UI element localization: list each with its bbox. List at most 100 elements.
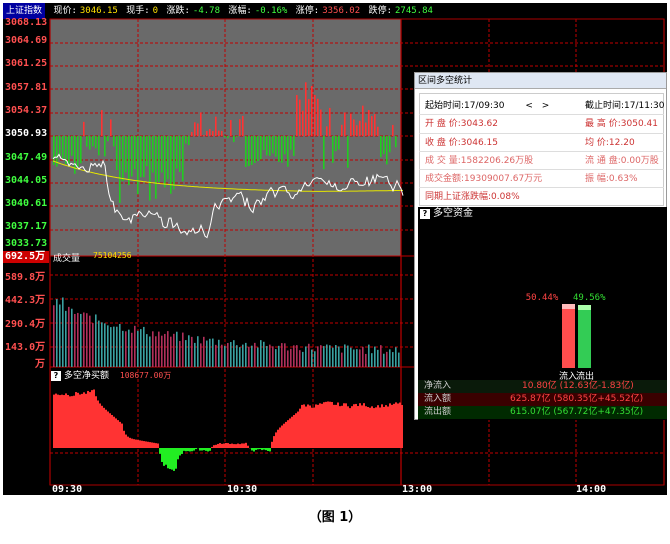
net-flow-bar <box>145 441 147 448</box>
net-flow-bar <box>289 418 291 448</box>
volume-bar <box>362 346 364 367</box>
price-bar <box>302 110 304 136</box>
net-flow-bar <box>295 413 297 448</box>
net-flow-bar <box>351 406 353 448</box>
outflow-amount-label: 流出额 <box>424 407 452 417</box>
net-flow-bar <box>215 444 217 448</box>
float-value: 0.00万股 <box>620 156 659 166</box>
volume-bar <box>80 313 82 367</box>
net-flow-bar <box>225 443 227 448</box>
volume-bar <box>293 345 295 367</box>
net-flow-bar <box>387 406 389 448</box>
close-label: 收 盘 价: <box>425 138 461 148</box>
price-bar <box>80 136 82 164</box>
price-bar <box>308 99 310 136</box>
amount-value: 19309007.67万元 <box>464 174 543 184</box>
net-flow-bar <box>89 392 91 448</box>
net-flow-bar <box>269 448 271 452</box>
net-flow-bar <box>345 403 347 448</box>
net-flow-bar <box>301 404 303 448</box>
net-flow-bar <box>209 448 211 451</box>
volume-row: 成 交 量:1582206.26万股 <box>425 154 533 168</box>
volume-axis-label: 290.4万 <box>5 319 46 330</box>
net-flow-bar <box>235 444 237 448</box>
lot-label: 现手: <box>126 6 150 16</box>
time-label: 09:30 <box>52 484 83 495</box>
price-bar <box>179 136 181 173</box>
open-row: 开 盘 价:3043.62 <box>425 117 498 131</box>
volume-bar <box>134 325 136 367</box>
volume-bar <box>245 342 247 367</box>
net-flow-bar <box>57 394 59 448</box>
help-icon[interactable]: ? <box>51 371 61 381</box>
net-flow-header: ? 多空净买额 108677.00万 <box>51 368 171 381</box>
net-flow-bar <box>243 443 245 448</box>
limit-up-value: 3356.02 <box>322 6 361 16</box>
help-icon[interactable]: ? <box>420 209 430 219</box>
price-bar <box>233 136 235 143</box>
price-bar <box>194 122 196 136</box>
net-flow-bar <box>291 416 293 448</box>
net-flow-bar <box>369 407 371 448</box>
price-bar <box>227 136 229 139</box>
price-bar <box>332 136 334 163</box>
prev-arrow-icon[interactable]: < <box>525 101 533 111</box>
net-flow-bar <box>285 421 287 448</box>
price-bar <box>215 116 217 136</box>
volume-value: 75104256 <box>93 251 132 260</box>
net-flow-bar <box>385 405 387 448</box>
net-flow-bar <box>373 408 375 448</box>
volume-bar <box>122 330 124 367</box>
price-bar <box>350 113 352 136</box>
volume-bars <box>53 297 400 367</box>
volume-bar <box>65 310 67 367</box>
net-flow-bar <box>355 403 357 448</box>
volume-bar <box>230 342 232 367</box>
volume-bar <box>209 338 211 367</box>
net-flow-bar <box>185 448 187 452</box>
volume-bar <box>110 327 112 367</box>
volume-bar <box>395 347 397 367</box>
volume-bar <box>236 345 238 367</box>
net-flow-bar <box>101 405 103 448</box>
net-flow-bar <box>303 404 305 448</box>
price-bar <box>86 136 88 147</box>
volume-bar <box>98 320 100 367</box>
next-arrow-icon[interactable]: > <box>542 101 550 111</box>
net-flow-bar <box>399 402 401 448</box>
volume-bar <box>257 347 259 367</box>
net-flow-bar <box>359 403 361 448</box>
net-flow-bar <box>365 406 367 448</box>
price-bar <box>290 136 292 150</box>
volume-bar <box>176 331 178 367</box>
net-flow-bar <box>87 390 89 448</box>
price-bar <box>95 136 97 149</box>
net-flow-bar <box>63 395 65 448</box>
volume-bar <box>221 344 223 367</box>
net-flow-title: 多空净买额 <box>64 371 110 381</box>
volume-bar <box>158 331 160 367</box>
dialog-title[interactable]: 区间多空统计 <box>415 73 666 89</box>
net-flow-bar <box>379 407 381 448</box>
price-bar <box>386 136 388 165</box>
figure-caption: （图 1） <box>308 510 362 525</box>
net-flow-bar <box>91 390 93 448</box>
volume-bar <box>173 333 175 367</box>
net-inflow-label: 净流入 <box>424 381 452 391</box>
net-flow-bar <box>173 448 175 471</box>
net-flow-bar <box>333 404 335 448</box>
volume-bar <box>263 341 265 367</box>
net-flow-bar <box>313 407 315 448</box>
volume-bar <box>233 340 235 367</box>
net-flow-bar <box>337 402 339 448</box>
price-bar <box>383 136 385 155</box>
outflow-pct-label: 49.56% <box>573 293 606 303</box>
net-flow-bar <box>335 404 337 448</box>
volume-title: 成交量 <box>53 254 81 264</box>
price-axis-label: 3040.61 <box>5 198 48 209</box>
price-bar <box>209 128 211 136</box>
volume-bar <box>53 305 55 367</box>
net-flow-bar <box>315 404 317 448</box>
open-value: 3043.62 <box>460 119 498 129</box>
price-label: 现价: <box>53 6 77 16</box>
